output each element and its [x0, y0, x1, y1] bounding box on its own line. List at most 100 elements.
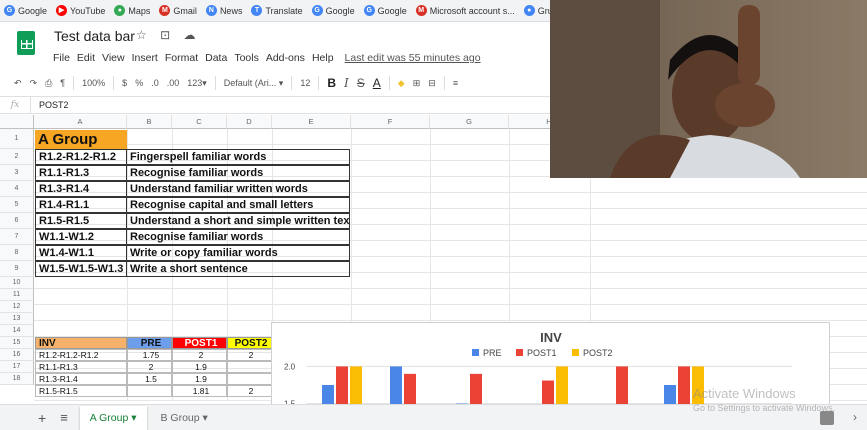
skill-code-cell[interactable]: W1.1-W1.2: [35, 229, 127, 245]
menu-item-data[interactable]: Data: [205, 52, 227, 64]
row-header-9[interactable]: 9: [0, 261, 34, 277]
explore-icon[interactable]: [820, 411, 834, 425]
sheets-logo-icon[interactable]: [17, 31, 35, 55]
column-header-g[interactable]: G: [430, 115, 509, 129]
add-sheet-button[interactable]: +: [38, 410, 46, 426]
skill-description-cell[interactable]: Write or copy familiar words: [126, 245, 350, 261]
row-header-2[interactable]: 2: [0, 149, 34, 165]
skill-description-cell[interactable]: Fingerspell familiar words: [126, 149, 350, 165]
column-header-d[interactable]: D: [227, 115, 272, 129]
column-header-e[interactable]: E: [272, 115, 351, 129]
decrease-decimal-button[interactable]: .0: [151, 78, 159, 88]
row-header-17[interactable]: 17: [0, 361, 34, 373]
align-icon[interactable]: ≡: [453, 78, 458, 88]
inv-data-cell[interactable]: R1.2-R1.2-R1.2: [35, 349, 127, 361]
strikethrough-button[interactable]: S: [357, 76, 365, 90]
inv-data-cell[interactable]: 1.75: [127, 349, 172, 361]
inv-data-cell[interactable]: 1.9: [172, 361, 227, 373]
bookmark-item[interactable]: N News: [205, 5, 242, 16]
skill-description-cell[interactable]: Write a short sentence: [126, 261, 350, 277]
column-header-c[interactable]: C: [172, 115, 227, 129]
row-header-7[interactable]: 7: [0, 229, 34, 245]
inv-data-cell[interactable]: R1.1-R1.3: [35, 361, 127, 373]
all-sheets-icon[interactable]: ≡: [60, 410, 68, 425]
percent-button[interactable]: %: [135, 78, 143, 88]
column-header-f[interactable]: F: [351, 115, 430, 129]
more-formats-button[interactable]: 123▾: [187, 78, 207, 89]
row-header-5[interactable]: 5: [0, 197, 34, 213]
skill-code-cell[interactable]: R1.4-R1.1: [35, 197, 127, 213]
font-select[interactable]: Default (Ari... ▾: [224, 78, 284, 89]
bookmark-item[interactable]: ▶ YouTube: [56, 5, 105, 16]
column-header-a[interactable]: A: [34, 115, 127, 129]
select-all-corner[interactable]: [0, 115, 34, 129]
row-header-11[interactable]: 11: [0, 289, 34, 301]
inv-header-cell[interactable]: PRE: [127, 337, 172, 349]
sheet-tab-b-group[interactable]: B Group ▾: [161, 412, 208, 424]
menu-item-view[interactable]: View: [102, 52, 125, 64]
bookmark-item[interactable]: G Google: [363, 5, 407, 16]
menu-item-add-ons[interactable]: Add-ons: [266, 52, 305, 64]
print-icon[interactable]: ⎙: [45, 78, 52, 89]
row-header-4[interactable]: 4: [0, 181, 34, 197]
inv-data-cell[interactable]: 2: [227, 349, 272, 361]
skill-code-cell[interactable]: R1.5-R1.5: [35, 213, 127, 229]
zoom-select[interactable]: 100%: [82, 78, 105, 88]
skill-description-cell[interactable]: Recognise familiar words: [126, 165, 350, 181]
skill-description-cell[interactable]: Understand a short and simple written te…: [126, 213, 350, 229]
row-header-10[interactable]: 10: [0, 277, 34, 289]
inv-data-cell[interactable]: [227, 361, 272, 373]
menu-item-format[interactable]: Format: [165, 52, 198, 64]
menu-item-insert[interactable]: Insert: [132, 52, 158, 64]
bookmark-item[interactable]: G Google: [311, 5, 355, 16]
inv-data-cell[interactable]: [127, 385, 172, 397]
inv-data-cell[interactable]: 2: [127, 361, 172, 373]
row-header-15[interactable]: 15: [0, 337, 34, 349]
doc-title[interactable]: Test data bar: [54, 28, 135, 44]
row-header-3[interactable]: 3: [0, 165, 34, 181]
currency-button[interactable]: $: [122, 78, 127, 88]
row-header-18[interactable]: 18: [0, 373, 34, 385]
skill-code-cell[interactable]: W1.5-W1.5-W1.3: [35, 261, 127, 277]
inv-data-cell[interactable]: 1.81: [172, 385, 227, 397]
text-color-button[interactable]: A: [373, 76, 381, 90]
undo-icon[interactable]: ↶: [14, 78, 22, 89]
inv-data-cell[interactable]: R1.3-R1.4: [35, 373, 127, 385]
formula-input[interactable]: POST2: [30, 97, 69, 113]
inv-data-cell[interactable]: 1.5: [127, 373, 172, 385]
inv-data-cell[interactable]: 2: [172, 349, 227, 361]
font-size-select[interactable]: 12: [300, 78, 310, 88]
menu-item-tools[interactable]: Tools: [234, 52, 259, 64]
menu-item-help[interactable]: Help: [312, 52, 334, 64]
skill-code-cell[interactable]: R1.2-R1.2-R1.2: [35, 149, 127, 165]
inv-data-cell[interactable]: 1.9: [172, 373, 227, 385]
row-header-1[interactable]: 1: [0, 129, 34, 149]
group-title-cell[interactable]: A Group: [35, 130, 127, 149]
increase-decimal-button[interactable]: .00: [167, 78, 180, 88]
bookmark-item[interactable]: T Translate: [251, 5, 303, 16]
last-edit-link[interactable]: Last edit was 55 minutes ago: [345, 52, 481, 64]
inv-header-cell[interactable]: POST1: [172, 337, 227, 349]
row-header-16[interactable]: 16: [0, 349, 34, 361]
row-header-13[interactable]: 13: [0, 313, 34, 325]
menu-item-file[interactable]: File: [53, 52, 70, 64]
fill-color-icon[interactable]: ◆: [398, 78, 405, 89]
redo-icon[interactable]: ↷: [30, 78, 38, 89]
collapse-arrow-icon[interactable]: ›: [853, 410, 857, 424]
skill-description-cell[interactable]: Recognise capital and small letters: [126, 197, 350, 213]
bookmark-item[interactable]: ● Maps: [114, 5, 150, 16]
skill-code-cell[interactable]: W1.4-W1.1: [35, 245, 127, 261]
row-header-14[interactable]: 14: [0, 325, 34, 337]
sheet-tab-a-group[interactable]: A Group ▾: [79, 405, 147, 430]
skill-code-cell[interactable]: R1.3-R1.4: [35, 181, 127, 197]
skill-description-cell[interactable]: Understand familiar written words: [126, 181, 350, 197]
row-header-6[interactable]: 6: [0, 213, 34, 229]
merge-cells-icon[interactable]: ⊟: [428, 78, 436, 89]
italic-button[interactable]: I: [344, 76, 349, 90]
bold-button[interactable]: B: [327, 76, 336, 90]
skill-description-cell[interactable]: Recognise familiar words: [126, 229, 350, 245]
menu-item-edit[interactable]: Edit: [77, 52, 95, 64]
row-header-12[interactable]: 12: [0, 301, 34, 313]
inv-header-cell[interactable]: INV: [35, 337, 127, 349]
inv-data-cell[interactable]: R1.5-R1.5: [35, 385, 127, 397]
